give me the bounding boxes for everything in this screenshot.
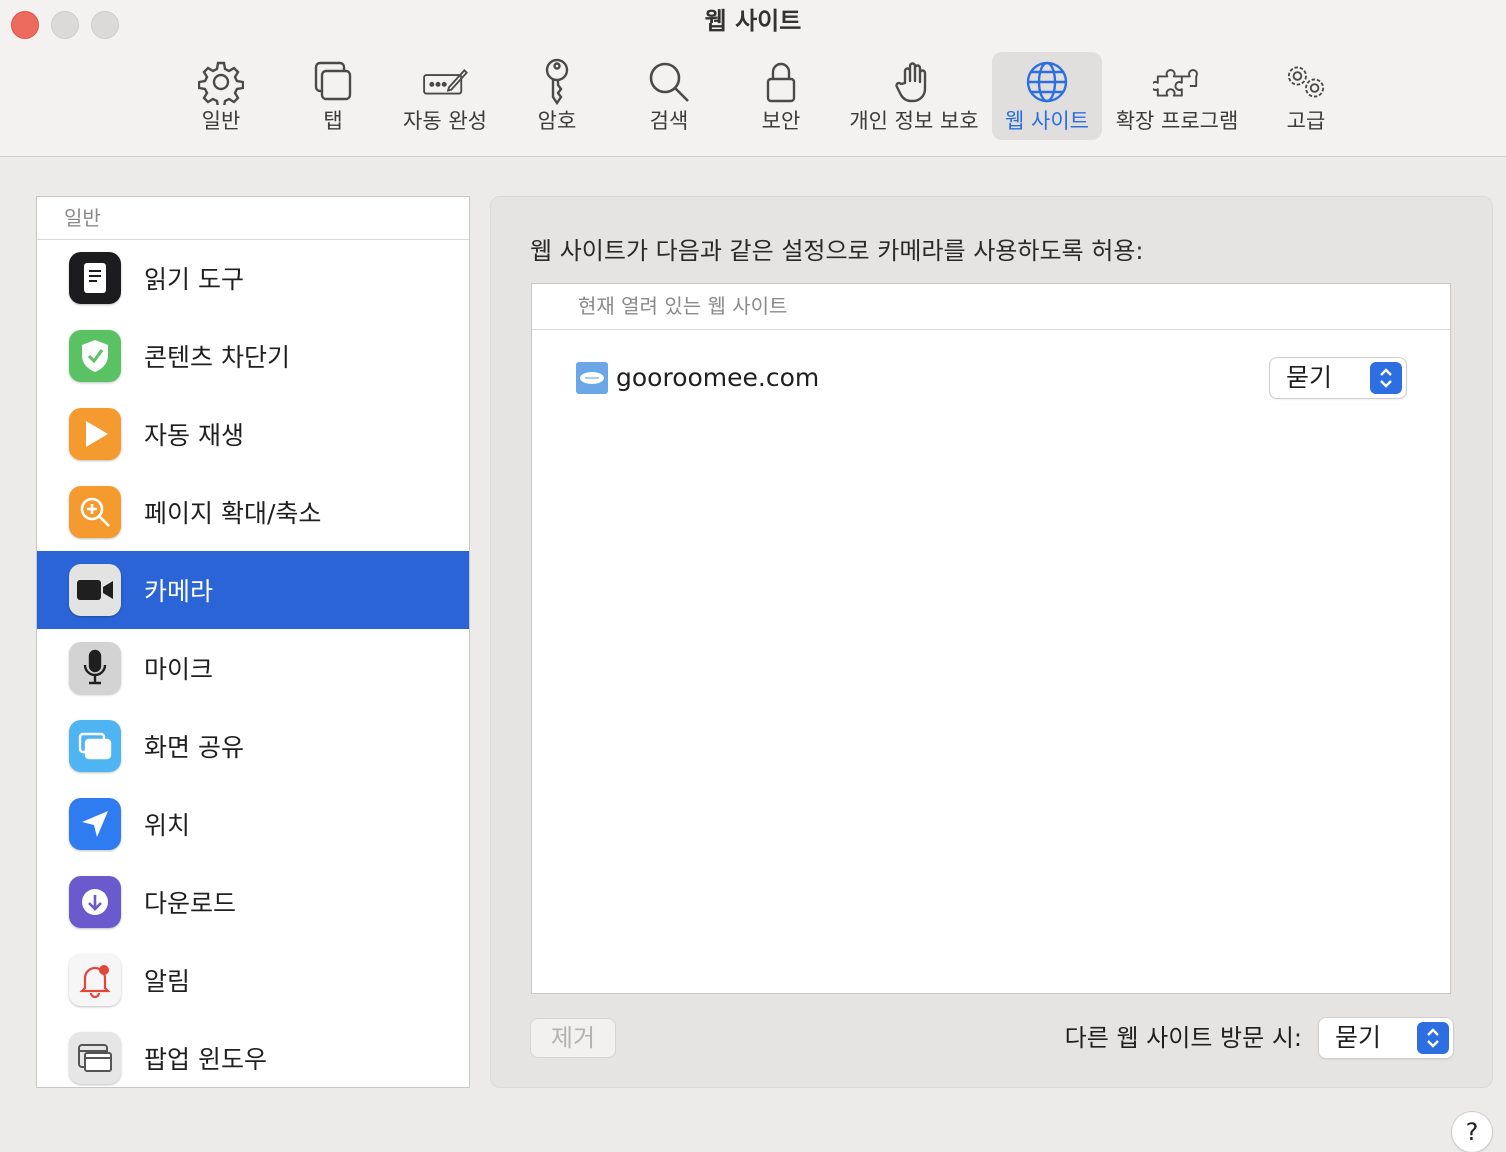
site-name: gooroomee.com: [616, 363, 820, 392]
tabs-icon: [309, 58, 357, 106]
play-icon: [69, 408, 121, 460]
help-button[interactable]: ?: [1452, 1112, 1492, 1152]
sidebar-item-label: 읽기 도구: [144, 265, 244, 294]
other-sites-label: 다른 웹 사이트 방문 시:: [1064, 1024, 1302, 1052]
sidebar-item-downloads[interactable]: 다운로드: [37, 863, 469, 941]
other-sites-select[interactable]: 묻기: [1319, 1018, 1453, 1058]
toolbar-tab-tabs[interactable]: 탭: [283, 52, 383, 140]
sidebar-item-camera[interactable]: 카메라: [37, 551, 469, 629]
toolbar-tab-passwords[interactable]: 암호: [507, 52, 607, 140]
sidebar-item-label: 위치: [144, 811, 191, 840]
sidebar-item-location[interactable]: 위치: [37, 785, 469, 863]
bell-icon: [69, 954, 121, 1006]
sidebar-item-label: 페이지 확대/축소: [144, 499, 322, 528]
table-header: 현재 열려 있는 웹 사이트: [532, 284, 1450, 330]
sidebar: 일반 읽기 도구 콘텐츠 차단기 자동 재생 페이지 확대/축소 카메라 마이크…: [36, 196, 470, 1088]
toolbar-tab-privacy[interactable]: 개인 정보 보호: [843, 52, 985, 140]
site-favicon: [576, 362, 608, 394]
sidebar-item-label: 마이크: [144, 655, 214, 684]
table-row[interactable]: gooroomee.com 묻기: [532, 348, 1450, 408]
sidebar-item-label: 화면 공유: [144, 733, 244, 762]
sidebar-item-microphone[interactable]: 마이크: [37, 629, 469, 707]
gear-icon: [197, 58, 245, 106]
sidebar-item-label: 콘텐츠 차단기: [144, 343, 290, 372]
panel-description: 웹 사이트가 다음과 같은 설정으로 카메라를 사용하도록 허용:: [530, 237, 1144, 265]
sidebar-item-reader[interactable]: 읽기 도구: [37, 239, 469, 317]
toolbar-tab-search[interactable]: 검색: [619, 52, 719, 140]
chevron-updown-icon: [1370, 362, 1402, 394]
gears-icon: [1282, 58, 1330, 106]
microphone-icon: [69, 642, 121, 694]
sidebar-item-label: 자동 재생: [144, 421, 244, 450]
zoom-icon: [69, 486, 121, 538]
sidebar-item-notifications[interactable]: 알림: [37, 941, 469, 1019]
toolbar-tab-general[interactable]: 일반: [171, 52, 271, 140]
key-icon: [533, 58, 581, 106]
autofill-icon: [421, 58, 469, 106]
site-list: 현재 열려 있는 웹 사이트 gooroomee.com 묻기: [531, 283, 1451, 994]
sidebar-item-label: 카메라: [144, 577, 214, 606]
site-permission-select[interactable]: 묻기: [1270, 358, 1406, 398]
window-title: 웹 사이트: [704, 7, 802, 35]
shield-check-icon: [69, 330, 121, 382]
location-arrow-icon: [69, 798, 121, 850]
toolbar-tab-websites[interactable]: 웹 사이트: [992, 52, 1102, 140]
hand-icon: [890, 58, 938, 106]
screen-share-icon: [69, 720, 121, 772]
globe-icon: [1023, 58, 1071, 106]
remove-button[interactable]: 제거: [531, 1019, 615, 1057]
window-toolbar: 웹 사이트 일반 탭 자동 완성 암호 검색 보안 개인 정보 보호 웹 사이트…: [0, 0, 1506, 157]
settings-panel: 웹 사이트가 다음과 같은 설정으로 카메라를 사용하도록 허용: 현재 열려 …: [490, 196, 1493, 1088]
sidebar-item-screen-sharing[interactable]: 화면 공유: [37, 707, 469, 785]
sidebar-item-autoplay[interactable]: 자동 재생: [37, 395, 469, 473]
sidebar-item-label: 팝업 윈도우: [144, 1045, 267, 1074]
sidebar-item-page-zoom[interactable]: 페이지 확대/축소: [37, 473, 469, 551]
sidebar-item-label: 다운로드: [144, 889, 237, 918]
toolbar-tab-security[interactable]: 보안: [731, 52, 831, 140]
download-icon: [69, 876, 121, 928]
camera-icon: [69, 564, 121, 616]
sidebar-header: 일반: [37, 197, 469, 240]
lock-icon: [757, 58, 805, 106]
toolbar-tab-extensions[interactable]: 확장 프로그램: [1108, 52, 1246, 140]
puzzle-icon: [1153, 58, 1201, 106]
reader-icon: [69, 252, 121, 304]
chevron-updown-icon: [1417, 1022, 1449, 1054]
toolbar-tab-autofill[interactable]: 자동 완성: [395, 52, 495, 140]
magnifier-icon: [645, 58, 693, 106]
popup-window-icon: [69, 1032, 121, 1084]
toolbar-tab-advanced[interactable]: 고급: [1256, 52, 1356, 140]
sidebar-item-label: 알림: [144, 967, 191, 996]
sidebar-item-content-blockers[interactable]: 콘텐츠 차단기: [37, 317, 469, 395]
sidebar-item-popup-windows[interactable]: 팝업 윈도우: [37, 1019, 469, 1087]
